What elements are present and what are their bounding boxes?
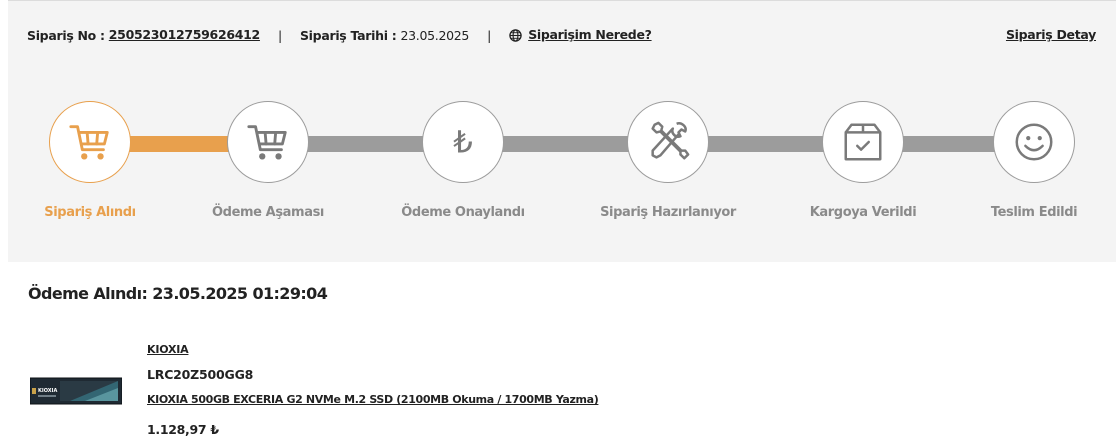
status-step-label: Ödeme Aşaması [212, 205, 324, 220]
tools-icon [645, 119, 691, 165]
product-price: 1.128,97 ₺ [147, 422, 219, 437]
shopping-cart-icon [245, 119, 291, 165]
progress-line-segment [707, 136, 824, 152]
product-item: KIOXIA KIOXIA LRC20Z500GG8 KIOXIA 500GB … [29, 340, 730, 445]
smiley-icon [1011, 119, 1057, 165]
status-step-2 [227, 101, 309, 183]
product-brand-link[interactable]: KIOXIA [147, 343, 189, 356]
product-image-brand: KIOXIA [38, 388, 58, 394]
progress-line-segment [502, 136, 629, 152]
status-step-6 [993, 101, 1075, 183]
status-step-4 [627, 101, 709, 183]
status-step-1 [49, 101, 131, 183]
status-step-label: Sipariş Alındı [44, 205, 136, 220]
product-code: LRC20Z500GG8 [147, 367, 254, 382]
payment-received-text: Ödeme Alındı: 23.05.2025 01:29:04 [28, 284, 328, 303]
product-name-link[interactable]: KIOXIA 500GB EXCERIA G2 NVMe M.2 SSD (21… [147, 393, 599, 406]
package-icon [840, 119, 886, 165]
order-status-tracker: Sipariş Alındı Ödeme Aşaması ₺ Ödeme Onayl… [8, 1, 1116, 263]
status-step-3: ₺ [422, 101, 504, 183]
status-step-label: Kargoya Verildi [809, 205, 917, 220]
progress-line-segment [129, 136, 229, 152]
status-step-label: Teslim Edildi [990, 205, 1078, 220]
product-image[interactable]: KIOXIA [29, 376, 123, 406]
shopping-cart-icon [67, 119, 113, 165]
order-panel: Sipariş No : 250523012759626412 | Sipari… [8, 0, 1116, 262]
status-step-label: Sipariş Hazırlanıyor [600, 205, 736, 220]
svg-text:₺: ₺ [453, 126, 473, 161]
status-step-label: Ödeme Onaylandı [401, 205, 525, 220]
progress-line-segment [307, 136, 424, 152]
status-step-5 [822, 101, 904, 183]
turkish-lira-icon: ₺ [440, 119, 486, 165]
progress-line-segment [902, 136, 995, 152]
